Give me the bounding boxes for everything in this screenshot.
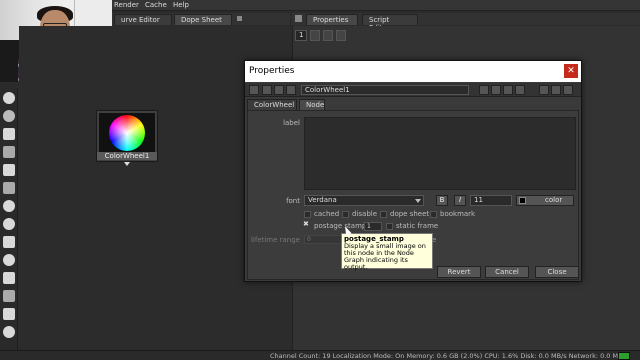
channel-tool-icon[interactable] (3, 146, 15, 158)
tab-close-icon[interactable] (237, 16, 242, 21)
left-tabbar: urve Editor Dope Sheet (112, 13, 290, 25)
status-indicator (618, 352, 630, 360)
bold-button[interactable]: B (436, 195, 448, 206)
refresh-icon[interactable] (515, 85, 525, 95)
colorwheel-node[interactable]: ColorWheel1 (96, 110, 158, 162)
close-button[interactable]: Close (535, 266, 579, 278)
3d-tool-icon[interactable] (3, 254, 15, 266)
lock-icon[interactable] (310, 29, 321, 41)
transform-tool-icon[interactable] (3, 236, 15, 248)
tab-script-editor[interactable]: Script Editor (362, 14, 418, 32)
max-panels-field[interactable]: 1 (295, 29, 308, 41)
menu-help[interactable]: Help (173, 1, 189, 9)
color-wheel-image (109, 115, 145, 151)
help-icon[interactable] (539, 85, 549, 95)
close-icon[interactable]: ✕ (564, 64, 578, 78)
edit-icon[interactable] (336, 29, 347, 41)
revert-button[interactable]: Revert (437, 266, 481, 278)
font-size-field[interactable]: 11 (470, 195, 512, 206)
static-frame-checkbox[interactable] (386, 223, 393, 230)
dialog-title: Properties (249, 66, 295, 76)
status-bar: Channel Count: 19 Localization Mode: On … (0, 350, 640, 360)
draw-tool-icon[interactable] (3, 110, 15, 122)
disable-label: disable (352, 210, 378, 218)
tab-dope-sheet[interactable]: Dope Sheet (174, 14, 232, 25)
postage-stamp-label: postage stamp (314, 222, 367, 230)
dialog-close-small-icon[interactable] (563, 85, 573, 95)
chevron-down-icon (415, 199, 421, 203)
status-text: Channel Count: 19 Localization Mode: On … (270, 352, 629, 360)
tab-properties[interactable]: Properties (306, 14, 358, 25)
clear-icon[interactable] (323, 29, 334, 41)
collapse-icon[interactable] (249, 85, 259, 95)
cancel-button[interactable]: Cancel (485, 266, 529, 278)
dope-sheet-checkbox[interactable] (380, 211, 387, 218)
postage-stamp-thumbnail (99, 113, 155, 153)
disable-checkbox[interactable] (342, 211, 349, 218)
views-tool-icon[interactable] (3, 272, 15, 284)
tab-colorwheel[interactable]: ColorWheel (247, 99, 297, 110)
node-color-icon[interactable] (262, 85, 272, 95)
undo-icon[interactable] (479, 85, 489, 95)
italic-button[interactable]: I (454, 195, 466, 206)
cached-checkbox[interactable] (304, 211, 311, 218)
merge-tool-icon[interactable] (3, 218, 15, 230)
dialog-titlebar[interactable]: Properties ✕ (245, 61, 581, 82)
postage-stamp-frame-field[interactable]: 1 (364, 222, 382, 231)
menu-cache[interactable]: Cache (145, 1, 167, 9)
bookmark-checkbox[interactable] (430, 211, 437, 218)
color-label: color (545, 196, 563, 204)
menu-render[interactable]: Render (114, 1, 139, 9)
tooltip-body: Display a small image on this node in th… (344, 242, 426, 271)
tab-curve-editor[interactable]: urve Editor (114, 14, 172, 25)
bookmark-label: bookmark (440, 210, 476, 218)
font-value: Verdana (308, 196, 337, 204)
font-dropdown[interactable]: Verdana (304, 195, 424, 206)
settings-icon[interactable] (286, 85, 296, 95)
revert-icon[interactable] (503, 85, 513, 95)
node-name-field[interactable]: ColorWheel1 (301, 85, 469, 95)
label-textarea[interactable] (304, 117, 576, 190)
metadata-tool-icon[interactable] (3, 290, 15, 302)
dope-sheet-label: dope sheet (390, 210, 430, 218)
redo-icon[interactable] (491, 85, 501, 95)
toolsets-tool-icon[interactable] (3, 308, 15, 320)
script-icon[interactable] (274, 85, 284, 95)
tab-menu-icon[interactable] (295, 15, 302, 22)
other-tool-icon[interactable] (3, 326, 15, 338)
tab-node[interactable]: Node (299, 99, 325, 110)
right-tabbar: Properties Script Editor (292, 13, 640, 32)
node-output-arrow (124, 162, 130, 166)
node-label: ColorWheel1 (97, 152, 157, 160)
static-frame-label: static frame (396, 222, 439, 230)
cached-label: cached (314, 210, 340, 218)
time-tool-icon[interactable] (3, 128, 15, 140)
color-button[interactable]: color (516, 195, 574, 206)
font-label: font (286, 197, 300, 205)
image-tool-icon[interactable] (3, 92, 15, 104)
postage-stamp-tooltip: postage_stamp Display a small image on t… (341, 233, 433, 271)
dialog-toolbar: ColorWheel1 (245, 83, 581, 97)
node-toolbar (0, 88, 18, 360)
keyer-tool-icon[interactable] (3, 200, 15, 212)
lifetime-start-field[interactable]: 0 (304, 235, 344, 244)
lifetime-range-label: lifetime range (250, 236, 300, 244)
color-swatch (519, 197, 526, 204)
filter-tool-icon[interactable] (3, 182, 15, 194)
postage-stamp-checkbox[interactable] (303, 220, 311, 230)
label-label: label (283, 119, 300, 127)
color-tool-icon[interactable] (3, 164, 15, 176)
float-icon[interactable] (551, 85, 561, 95)
